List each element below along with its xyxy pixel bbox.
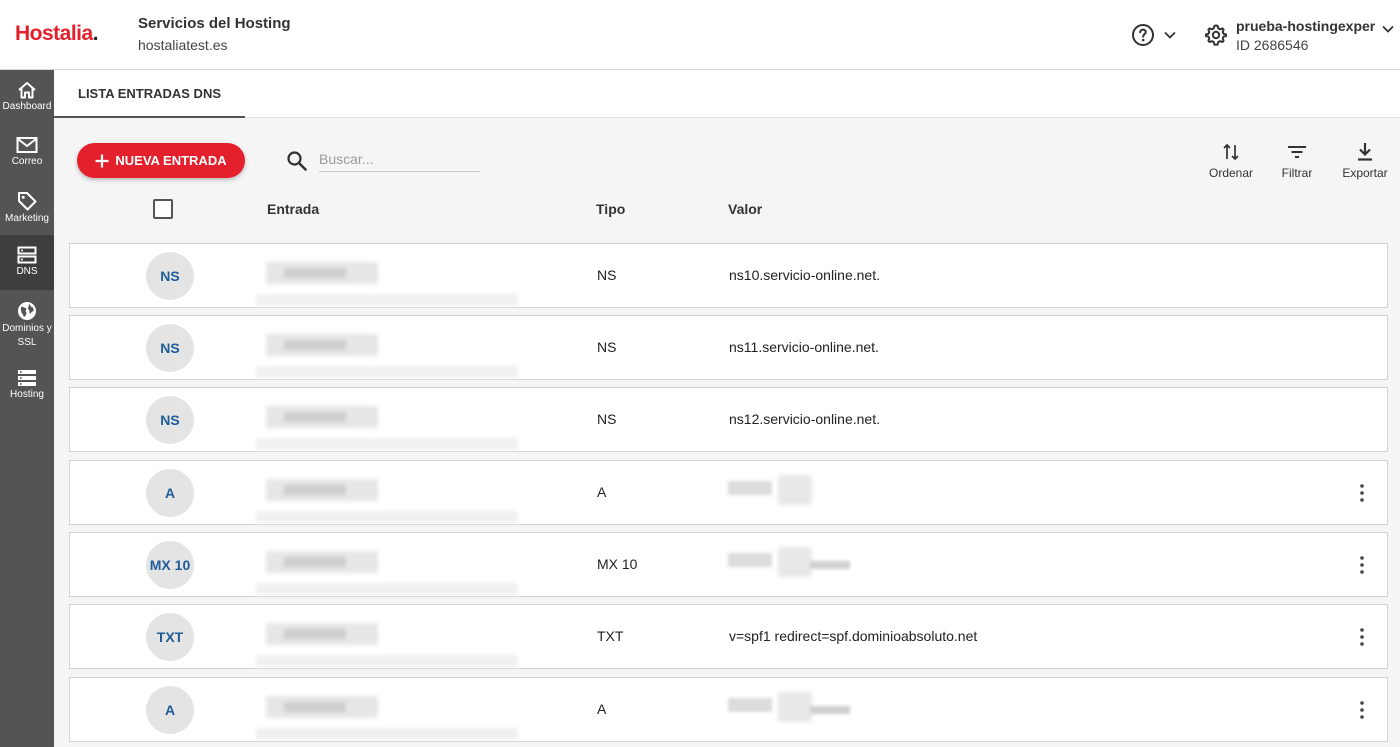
sidebar-item-label: Hosting xyxy=(10,389,44,400)
table-row[interactable]: NS NS ns11.servicio-online.net. xyxy=(69,315,1388,380)
record-type-badge: NS xyxy=(146,396,194,444)
record-value: ns10.servicio-online.net. xyxy=(729,267,880,283)
redacted-record-value xyxy=(726,692,856,728)
sidebar-item-label: Dashboard xyxy=(2,101,52,112)
more-vertical-icon xyxy=(1360,701,1364,719)
tab-lista-entradas-dns[interactable]: LISTA ENTRADAS DNS xyxy=(54,70,245,118)
sidebar-item-dominios-ssl[interactable]: Dominios y SSL xyxy=(0,290,54,358)
help-menu-button[interactable] xyxy=(1131,22,1183,48)
service-domain: hostaliatest.es xyxy=(138,37,228,53)
new-entry-button[interactable]: NUEVA ENTRADA xyxy=(77,143,245,178)
sort-button[interactable]: Ordenar xyxy=(1207,142,1255,180)
redacted-entry-name xyxy=(256,406,518,452)
table-row[interactable]: MX 10 MX 10 xyxy=(69,532,1388,597)
sort-label: Ordenar xyxy=(1208,166,1254,180)
sort-icon xyxy=(1223,143,1239,161)
table-row[interactable]: NS NS ns10.servicio-online.net. xyxy=(69,243,1388,308)
row-menu-button[interactable] xyxy=(1352,699,1372,721)
record-type-badge: NS xyxy=(146,324,194,372)
record-type-badge: TXT xyxy=(146,613,194,661)
tab-bar: LISTA ENTRADAS DNS xyxy=(54,70,1400,118)
table-row[interactable]: A A xyxy=(69,460,1388,525)
record-type: TXT xyxy=(597,628,624,644)
globe-icon xyxy=(18,302,36,320)
sidebar-item-marketing[interactable]: Marketing xyxy=(0,180,54,235)
app-header: Hostalia. Servicios del Hosting hostalia… xyxy=(0,0,1400,70)
select-all-checkbox[interactable] xyxy=(153,199,173,219)
more-vertical-icon xyxy=(1360,628,1364,646)
redacted-entry-name xyxy=(256,479,518,525)
filter-button[interactable]: Filtrar xyxy=(1278,142,1316,180)
record-type-badge: NS xyxy=(146,252,194,300)
record-type: MX 10 xyxy=(597,556,638,572)
sidebar-item-correo[interactable]: Correo xyxy=(0,125,54,180)
record-type: NS xyxy=(597,267,617,283)
search-icon xyxy=(287,151,307,171)
row-menu-button[interactable] xyxy=(1352,554,1372,576)
sidebar-item-dashboard[interactable]: Dashboard xyxy=(0,70,54,125)
tag-icon xyxy=(18,192,37,211)
record-type: A xyxy=(597,484,607,500)
sidebar-item-label: Marketing xyxy=(5,213,49,224)
new-entry-label: NUEVA ENTRADA xyxy=(115,153,227,168)
gear-icon xyxy=(1205,24,1227,46)
chevron-down-icon xyxy=(1164,31,1176,39)
sidebar-item-hosting[interactable]: Hosting xyxy=(0,358,54,413)
filter-label: Filtrar xyxy=(1281,166,1313,180)
record-type-badge: A xyxy=(146,469,194,517)
more-vertical-icon xyxy=(1360,556,1364,574)
column-header-valor[interactable]: Valor xyxy=(728,201,762,217)
account-name: prueba-hostingexper xyxy=(1236,17,1376,34)
table-row[interactable]: NS NS ns12.servicio-online.net. xyxy=(69,387,1388,452)
account-id: ID 2686546 xyxy=(1236,36,1309,53)
redacted-record-value xyxy=(726,547,856,583)
more-vertical-icon xyxy=(1360,484,1364,502)
redacted-entry-name xyxy=(256,551,518,597)
mail-icon xyxy=(16,137,38,153)
record-value: ns11.servicio-online.net. xyxy=(729,339,879,355)
plus-icon xyxy=(95,154,109,167)
redacted-record-value xyxy=(726,475,856,511)
record-value: v=spf1 redirect=spf.dominioabsoluto.net xyxy=(729,628,978,644)
column-header-tipo[interactable]: Tipo xyxy=(596,201,625,217)
server-icon xyxy=(17,246,37,264)
hosting-icon xyxy=(18,370,36,386)
sidebar: Dashboard Correo Marketing DNS Dominios … xyxy=(0,70,54,747)
chevron-down-icon xyxy=(1382,25,1394,33)
export-label: Exportar xyxy=(1342,166,1388,180)
sidebar-item-label: Correo xyxy=(11,156,43,167)
redacted-entry-name xyxy=(256,334,518,380)
record-type: NS xyxy=(597,411,617,427)
redacted-entry-name xyxy=(256,696,518,742)
sidebar-item-dns[interactable]: DNS xyxy=(0,235,54,290)
row-menu-button[interactable] xyxy=(1352,626,1372,648)
record-type-badge: A xyxy=(146,686,194,734)
export-button[interactable]: Exportar xyxy=(1339,142,1391,180)
hostalia-logo[interactable]: Hostalia. xyxy=(15,22,99,46)
table-row[interactable]: TXT TXT v=spf1 redirect=spf.dominioabsol… xyxy=(69,604,1388,669)
record-value: ns12.servicio-online.net. xyxy=(729,411,880,427)
column-header-entrada[interactable]: Entrada xyxy=(267,201,319,217)
redacted-entry-name xyxy=(256,262,518,308)
search-input[interactable] xyxy=(319,146,480,172)
record-type: A xyxy=(597,701,607,717)
row-menu-button[interactable] xyxy=(1352,482,1372,504)
help-circle-icon xyxy=(1132,24,1154,46)
account-menu-button[interactable]: prueba-hostingexper ID 2686546 xyxy=(1204,14,1395,56)
home-icon xyxy=(18,82,36,99)
record-type-badge: MX 10 xyxy=(146,541,194,589)
sidebar-item-label: Dominios y SSL xyxy=(2,323,52,348)
record-type: NS xyxy=(597,339,617,355)
sidebar-item-label: DNS xyxy=(16,266,38,277)
table-row[interactable]: A A xyxy=(69,677,1388,742)
filter-icon xyxy=(1288,146,1306,158)
redacted-entry-name xyxy=(256,623,518,669)
service-title: Servicios del Hosting xyxy=(138,15,291,32)
download-icon xyxy=(1358,143,1372,161)
